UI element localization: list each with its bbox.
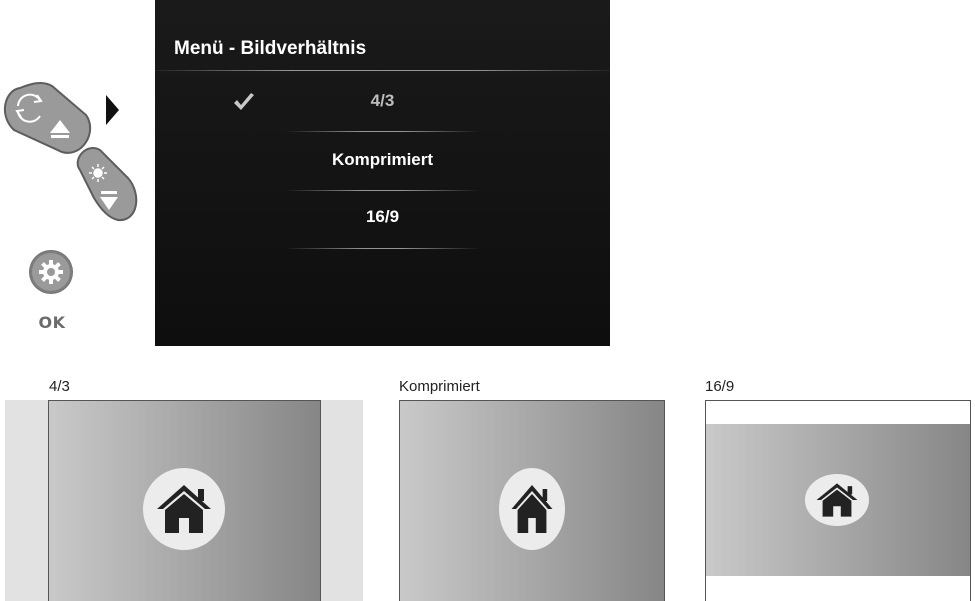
menu-divider bbox=[285, 131, 480, 132]
home-icon bbox=[816, 483, 858, 517]
right-arrow-icon bbox=[106, 95, 119, 125]
ok-label: OK bbox=[38, 313, 66, 332]
title-divider bbox=[155, 70, 610, 71]
checkmark-icon bbox=[234, 93, 254, 110]
home-icon bbox=[511, 485, 553, 533]
preview-komprimiert bbox=[399, 400, 665, 601]
menu-divider bbox=[285, 248, 480, 249]
control-pad bbox=[3, 81, 138, 222]
menu-screen: Menü - Bildverhältnis 4/3 Komprimiert 16… bbox=[155, 0, 610, 346]
preview-16-9 bbox=[705, 400, 971, 601]
home-bubble bbox=[499, 468, 565, 550]
preview-4-3 bbox=[5, 400, 363, 601]
menu-item-komprimiert[interactable]: Komprimiert bbox=[280, 150, 485, 170]
brightness-down-button[interactable] bbox=[76, 147, 138, 222]
gear-icon bbox=[39, 260, 63, 284]
ok-button[interactable] bbox=[30, 251, 72, 293]
menu-title: Menü - Bildverhältnis bbox=[174, 38, 367, 59]
menu-item-4-3[interactable]: 4/3 bbox=[280, 91, 485, 111]
home-icon bbox=[157, 485, 211, 533]
home-bubble bbox=[143, 468, 225, 550]
rotate-up-button[interactable] bbox=[3, 81, 92, 154]
menu-item-16-9[interactable]: 16/9 bbox=[280, 207, 485, 227]
preview-caption-4-3: 4/3 bbox=[49, 378, 70, 395]
preview-caption-16-9: 16/9 bbox=[705, 378, 735, 395]
preview-caption-komprimiert: Komprimiert bbox=[399, 378, 480, 395]
home-bubble bbox=[805, 474, 869, 526]
menu-divider bbox=[285, 190, 480, 191]
